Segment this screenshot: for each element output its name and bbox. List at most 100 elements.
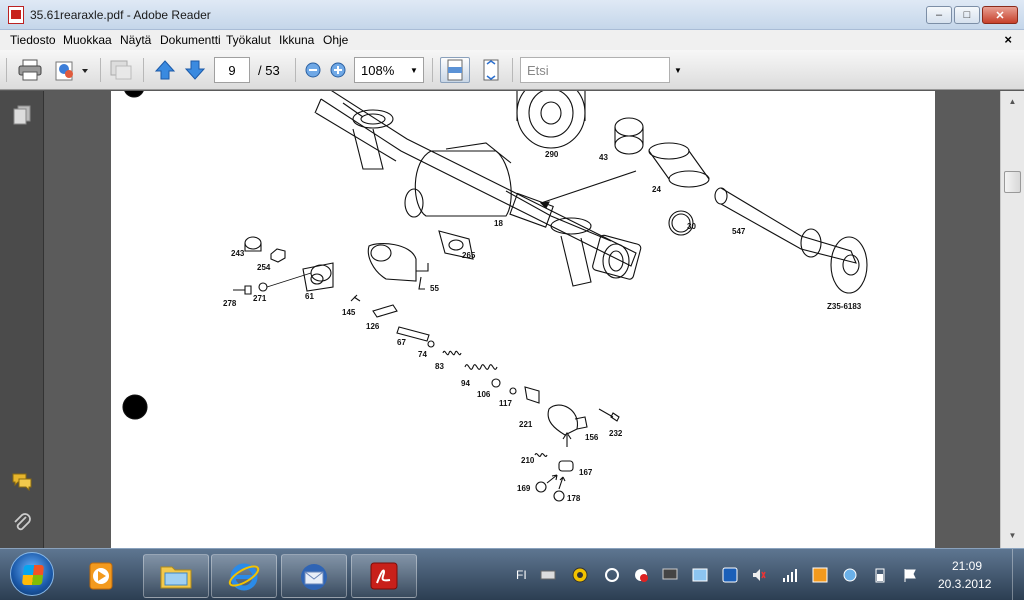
close-button[interactable]: ✕	[982, 6, 1018, 24]
internet-explorer-icon	[228, 563, 260, 591]
part-label: 254	[257, 263, 271, 272]
document-viewport[interactable]: 290 43 24 30 547 18 243 254 265 278 271 …	[45, 76, 1000, 548]
comment-button[interactable]	[106, 57, 136, 83]
display-icon[interactable]	[692, 567, 708, 583]
taskbar-internet-explorer[interactable]	[211, 554, 277, 598]
menu-file[interactable]: Tiedosto	[10, 33, 56, 47]
show-desktop-button[interactable]	[1012, 549, 1024, 600]
part-label: 74	[418, 350, 427, 359]
toolbar: 9 / 53 108% ▼ Etsi ▼	[0, 50, 1024, 90]
page-number-input[interactable]: 9	[214, 57, 250, 83]
fit-page-icon	[483, 59, 499, 81]
part-254	[270, 248, 286, 263]
menu-document[interactable]: Dokumentti	[160, 33, 221, 47]
scroll-up-icon[interactable]: ▲	[1004, 93, 1021, 110]
part-label: 265	[462, 251, 476, 260]
menu-edit[interactable]: Muokkaa	[63, 33, 112, 47]
part-label: 271	[253, 294, 267, 303]
zoom-in-icon	[330, 62, 346, 78]
network-icon[interactable]	[842, 567, 858, 583]
part-label: 24	[652, 185, 661, 194]
monitor-icon[interactable]	[662, 567, 678, 583]
battery-icon[interactable]	[872, 567, 888, 583]
media-player-icon	[89, 562, 113, 590]
maximize-button[interactable]: □	[954, 6, 980, 24]
part-label: 83	[435, 362, 444, 371]
hardware-monitor-icon[interactable]	[812, 567, 828, 583]
taskbar-media-player[interactable]	[68, 554, 134, 598]
part-547	[714, 187, 868, 294]
part-94	[464, 364, 498, 370]
clock-date[interactable]: 20.3.2012	[938, 577, 991, 591]
scroll-down-icon[interactable]: ▼	[1004, 527, 1021, 544]
previous-page-button[interactable]	[150, 57, 180, 83]
part-83	[442, 350, 462, 356]
axle-housing	[314, 88, 642, 287]
zoom-in-button[interactable]	[327, 57, 349, 83]
bullet-mark	[123, 76, 145, 98]
volume-icon[interactable]	[751, 567, 767, 583]
part-126	[372, 304, 398, 318]
zoom-out-button[interactable]	[302, 57, 324, 83]
sync-icon[interactable]	[604, 567, 620, 583]
action-center-flag-icon[interactable]	[902, 567, 918, 583]
bluetooth-icon[interactable]	[722, 567, 738, 583]
pointer-arrow	[540, 170, 637, 204]
part-61	[302, 262, 334, 292]
signal-strength-icon[interactable]	[782, 567, 798, 583]
next-page-button[interactable]	[180, 57, 210, 83]
printer-icon	[18, 59, 42, 81]
arrow-up-icon	[154, 60, 176, 80]
comments-icon[interactable]	[12, 471, 32, 491]
toolbar-grip	[6, 58, 7, 82]
part-290	[516, 77, 586, 149]
input-language[interactable]: FI	[516, 568, 527, 582]
fit-width-button[interactable]	[440, 57, 470, 83]
drawing-reference: Z35-6183	[827, 302, 862, 311]
search-input[interactable]: Etsi	[520, 57, 670, 83]
clock-time[interactable]: 21:09	[952, 559, 982, 573]
navigation-panel	[0, 91, 44, 548]
part-label: 290	[545, 150, 559, 159]
part-169	[535, 481, 547, 493]
part-label: 67	[397, 338, 406, 347]
taskbar-file-explorer[interactable]	[143, 554, 209, 598]
menu-tools[interactable]: Työkalut	[226, 33, 271, 47]
fit-page-button[interactable]	[476, 57, 506, 83]
close-document-button[interactable]: ×	[1004, 32, 1012, 47]
part-label: 243	[231, 249, 245, 258]
security-icon[interactable]	[572, 567, 588, 583]
minimize-button[interactable]: –	[926, 6, 952, 24]
part-156	[547, 404, 588, 447]
window-controls: – □ ✕	[926, 6, 1018, 24]
part-210	[534, 453, 548, 457]
part-label: 156	[585, 433, 599, 442]
scroll-thumb[interactable]	[1004, 171, 1021, 193]
part-271	[258, 282, 268, 292]
menu-view[interactable]: Näytä	[120, 33, 151, 47]
part-label: 178	[567, 494, 581, 503]
toolbar-separator	[295, 58, 296, 82]
share-button[interactable]	[52, 57, 92, 83]
network-blocked-icon[interactable]	[633, 567, 649, 583]
vertical-scrollbar[interactable]: ▲ ▼	[1000, 91, 1024, 548]
toolbar-separator	[143, 58, 144, 82]
part-label: 547	[732, 227, 746, 236]
part-55	[367, 243, 429, 290]
exploded-view-drawing: 290 43 24 30 547 18 243 254 265 278 271 …	[122, 76, 868, 503]
menu-help[interactable]: Ohje	[323, 33, 348, 47]
zoom-dropdown-icon[interactable]: ▼	[410, 66, 418, 75]
taskbar-thunderbird[interactable]	[281, 554, 347, 598]
menu-window[interactable]: Ikkuna	[279, 33, 314, 47]
print-button[interactable]	[14, 57, 46, 83]
attachment-icon[interactable]	[12, 513, 32, 533]
part-278	[233, 285, 252, 295]
start-button[interactable]	[10, 552, 54, 596]
search-dropdown-icon[interactable]: ▼	[674, 66, 682, 75]
keyboard-icon[interactable]	[540, 567, 556, 583]
taskbar-adobe-reader[interactable]	[351, 554, 417, 598]
bullet-mark	[122, 394, 148, 420]
part-117	[509, 387, 517, 395]
pages-icon[interactable]	[12, 105, 32, 125]
adobe-reader-icon	[370, 562, 398, 590]
